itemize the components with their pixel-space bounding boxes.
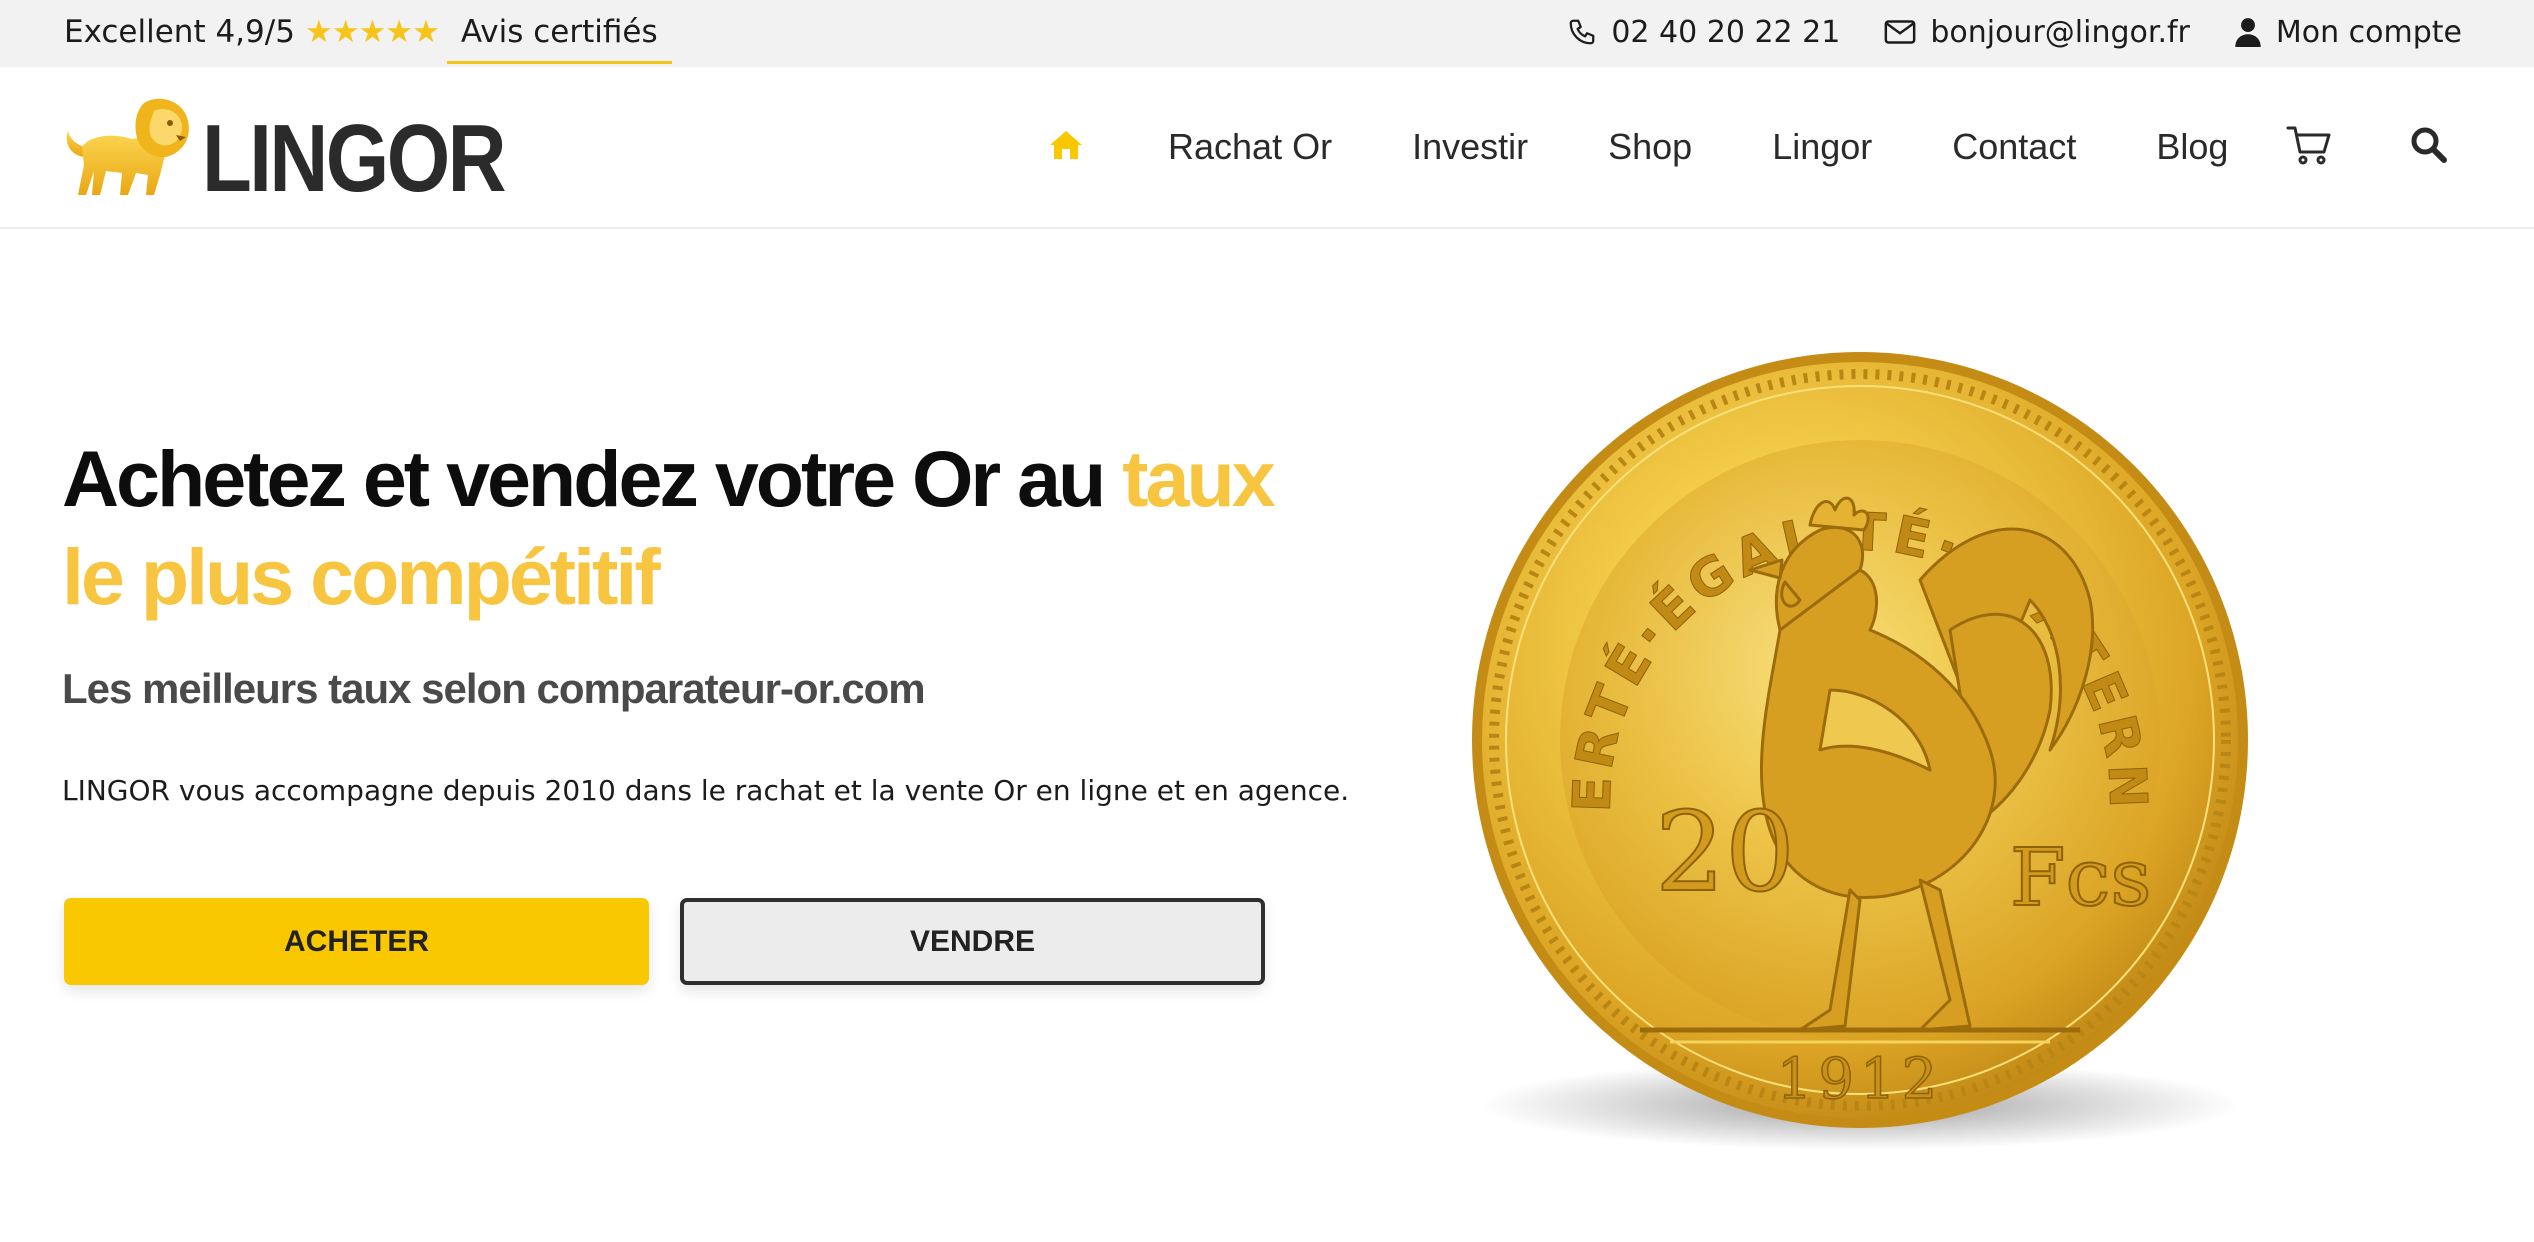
logo-wordmark: LINGOR bbox=[202, 105, 507, 212]
nav-item-investir[interactable]: Investir bbox=[1412, 126, 1528, 168]
email-link[interactable]: bonjour@lingor.fr bbox=[1884, 15, 2190, 50]
hero-title: Achetez et vendez votre Or au taux le pl… bbox=[62, 430, 1302, 626]
user-icon bbox=[2234, 17, 2262, 47]
sell-button[interactable]: VENDRE bbox=[680, 898, 1265, 985]
cart-button[interactable] bbox=[2286, 125, 2332, 169]
search-icon bbox=[2410, 126, 2448, 168]
phone-link[interactable]: 02 40 20 22 21 bbox=[1567, 15, 1840, 50]
nav-home[interactable] bbox=[1040, 129, 1092, 165]
coin-unit: Fcs bbox=[2010, 831, 2151, 924]
cart-icon bbox=[2286, 125, 2332, 169]
rating-text: Excellent 4,9/5 bbox=[64, 14, 295, 50]
nav-item-lingor[interactable]: Lingor bbox=[1772, 126, 1872, 168]
nav-item-rachat-or[interactable]: Rachat Or bbox=[1168, 126, 1332, 168]
phone-number: 02 40 20 22 21 bbox=[1611, 14, 1841, 50]
site-logo[interactable]: LINGOR bbox=[62, 95, 557, 212]
coin-year: 1912 bbox=[1777, 1047, 1944, 1112]
account-label: Mon compte bbox=[2275, 14, 2462, 50]
envelope-icon bbox=[1884, 19, 1916, 45]
gold-coin-image: LIBERTÉ·ÉGALITÉ·FRATERNITÉ 20 bbox=[1427, 282, 2270, 1160]
coin-value: 20 bbox=[1655, 788, 1795, 916]
search-button[interactable] bbox=[2410, 126, 2448, 168]
nav-item-contact[interactable]: Contact bbox=[1952, 126, 2076, 168]
hero-subtitle: Les meilleurs taux selon comparateur-or.… bbox=[62, 665, 926, 712]
contact-block: 02 40 20 22 21 bonjour@lingor.fr Mon com… bbox=[1567, 0, 2462, 64]
home-icon bbox=[1048, 129, 1084, 165]
rating-block: Excellent 4,9/5 ★★★★★ Avis certifiés bbox=[64, 0, 672, 64]
account-link[interactable]: Mon compte bbox=[2234, 15, 2462, 50]
email-address: bonjour@lingor.fr bbox=[1930, 14, 2190, 50]
nav-item-shop[interactable]: Shop bbox=[1608, 126, 1692, 168]
phone-icon bbox=[1567, 17, 1597, 47]
hero-title-dark: Achetez et vendez votre Or au bbox=[62, 434, 1123, 523]
site-header: LINGOR Rachat Or Investir Shop Lingor Co… bbox=[0, 67, 2534, 229]
rating-stars: ★★★★★ bbox=[304, 14, 440, 50]
top-bar: Excellent 4,9/5 ★★★★★ Avis certifiés 02 … bbox=[0, 0, 2534, 67]
hero-description: LINGOR vous accompagne depuis 2010 dans … bbox=[62, 774, 1350, 807]
certified-reviews-link[interactable]: Avis certifiés bbox=[446, 14, 672, 64]
lion-icon bbox=[62, 95, 194, 203]
buy-button[interactable]: ACHETER bbox=[64, 898, 649, 985]
main-nav: Rachat Or Investir Shop Lingor Contact B… bbox=[1040, 67, 2526, 227]
nav-item-blog[interactable]: Blog bbox=[2156, 126, 2228, 168]
